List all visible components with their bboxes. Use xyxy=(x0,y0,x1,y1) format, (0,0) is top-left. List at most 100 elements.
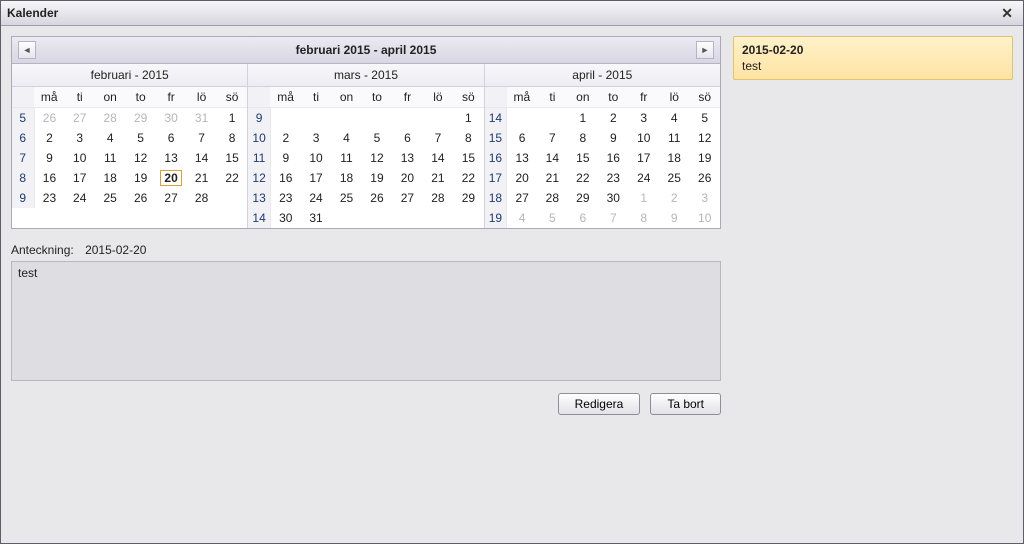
calendar-day[interactable]: 3 xyxy=(301,128,331,148)
calendar-day[interactable]: 13 xyxy=(392,148,422,168)
calendar-day[interactable]: 5 xyxy=(362,128,392,148)
calendar-day[interactable]: 26 xyxy=(362,188,392,208)
calendar-day[interactable]: 16 xyxy=(270,168,300,188)
delete-button[interactable]: Ta bort xyxy=(650,393,721,415)
calendar-day[interactable]: 28 xyxy=(537,188,567,208)
calendar-day[interactable]: 29 xyxy=(125,108,155,129)
calendar-day[interactable]: 25 xyxy=(95,188,125,208)
calendar-day[interactable]: 28 xyxy=(186,188,216,208)
calendar-day[interactable]: 24 xyxy=(629,168,659,188)
calendar-day[interactable]: 21 xyxy=(186,168,216,188)
calendar-day[interactable]: 22 xyxy=(453,168,484,188)
calendar-day[interactable]: 19 xyxy=(362,168,392,188)
calendar-day[interactable]: 27 xyxy=(64,108,94,129)
calendar-day[interactable]: 14 xyxy=(186,148,216,168)
calendar-day[interactable]: 23 xyxy=(270,188,300,208)
calendar-day[interactable]: 7 xyxy=(598,208,628,228)
calendar-day[interactable]: 17 xyxy=(64,168,94,188)
calendar-day[interactable]: 3 xyxy=(64,128,94,148)
calendar-day[interactable]: 11 xyxy=(659,128,689,148)
calendar-day[interactable]: 30 xyxy=(156,108,186,129)
calendar-day[interactable]: 5 xyxy=(537,208,567,228)
calendar-day[interactable]: 17 xyxy=(301,168,331,188)
calendar-day[interactable]: 5 xyxy=(125,128,155,148)
calendar-day[interactable]: 7 xyxy=(423,128,453,148)
calendar-day[interactable]: 19 xyxy=(125,168,155,188)
calendar-day[interactable]: 10 xyxy=(689,208,720,228)
calendar-day[interactable]: 26 xyxy=(689,168,720,188)
calendar-day[interactable]: 21 xyxy=(537,168,567,188)
calendar-day[interactable]: 4 xyxy=(95,128,125,148)
calendar-day[interactable]: 18 xyxy=(659,148,689,168)
calendar-day[interactable]: 9 xyxy=(598,128,628,148)
calendar-day[interactable]: 12 xyxy=(689,128,720,148)
calendar-day[interactable]: 16 xyxy=(34,168,64,188)
calendar-day[interactable]: 2 xyxy=(659,188,689,208)
calendar-day[interactable]: 6 xyxy=(568,208,598,228)
calendar-day[interactable]: 2 xyxy=(34,128,64,148)
calendar-day[interactable]: 22 xyxy=(568,168,598,188)
edit-button[interactable]: Redigera xyxy=(558,393,641,415)
calendar-day[interactable]: 24 xyxy=(301,188,331,208)
calendar-day[interactable]: 6 xyxy=(156,128,186,148)
calendar-day[interactable]: 15 xyxy=(453,148,484,168)
calendar-day[interactable]: 6 xyxy=(392,128,422,148)
calendar-day[interactable]: 8 xyxy=(568,128,598,148)
prev-month-button[interactable]: ◄ xyxy=(18,41,36,59)
calendar-day[interactable]: 11 xyxy=(95,148,125,168)
calendar-day[interactable]: 13 xyxy=(156,148,186,168)
calendar-day[interactable]: 14 xyxy=(537,148,567,168)
calendar-day[interactable]: 2 xyxy=(270,128,300,148)
calendar-day[interactable]: 20 xyxy=(156,168,186,188)
calendar-day[interactable]: 20 xyxy=(392,168,422,188)
calendar-day[interactable]: 18 xyxy=(331,168,361,188)
calendar-day[interactable]: 6 xyxy=(507,128,537,148)
calendar-day[interactable]: 10 xyxy=(629,128,659,148)
calendar-day[interactable]: 11 xyxy=(331,148,361,168)
calendar-day[interactable]: 9 xyxy=(34,148,64,168)
calendar-day[interactable]: 9 xyxy=(270,148,300,168)
calendar-day[interactable]: 25 xyxy=(659,168,689,188)
calendar-day[interactable]: 5 xyxy=(689,108,720,129)
calendar-day[interactable]: 4 xyxy=(507,208,537,228)
calendar-day[interactable]: 23 xyxy=(598,168,628,188)
calendar-day[interactable]: 14 xyxy=(423,148,453,168)
calendar-day[interactable]: 20 xyxy=(507,168,537,188)
calendar-day[interactable]: 1 xyxy=(453,108,484,129)
calendar-day[interactable]: 1 xyxy=(568,108,598,129)
calendar-day[interactable]: 27 xyxy=(392,188,422,208)
calendar-day[interactable]: 12 xyxy=(362,148,392,168)
close-icon[interactable]: ✕ xyxy=(997,5,1017,22)
calendar-day[interactable]: 25 xyxy=(331,188,361,208)
calendar-day[interactable]: 28 xyxy=(423,188,453,208)
calendar-day[interactable]: 19 xyxy=(689,148,720,168)
calendar-day[interactable]: 7 xyxy=(186,128,216,148)
calendar-day[interactable]: 26 xyxy=(34,108,64,129)
calendar-day[interactable]: 9 xyxy=(659,208,689,228)
calendar-day[interactable]: 24 xyxy=(64,188,94,208)
calendar-day[interactable]: 18 xyxy=(95,168,125,188)
calendar-day[interactable]: 15 xyxy=(568,148,598,168)
calendar-day[interactable]: 29 xyxy=(453,188,484,208)
calendar-day[interactable]: 23 xyxy=(34,188,64,208)
calendar-day[interactable]: 1 xyxy=(217,108,248,129)
calendar-day[interactable]: 8 xyxy=(629,208,659,228)
calendar-day[interactable]: 17 xyxy=(629,148,659,168)
calendar-day[interactable]: 27 xyxy=(156,188,186,208)
calendar-day[interactable]: 15 xyxy=(217,148,248,168)
calendar-day[interactable]: 10 xyxy=(64,148,94,168)
calendar-day[interactable]: 13 xyxy=(507,148,537,168)
calendar-day[interactable]: 30 xyxy=(598,188,628,208)
calendar-day[interactable]: 28 xyxy=(95,108,125,129)
calendar-day[interactable]: 8 xyxy=(453,128,484,148)
calendar-day[interactable]: 3 xyxy=(629,108,659,129)
calendar-day[interactable]: 29 xyxy=(568,188,598,208)
calendar-day[interactable]: 31 xyxy=(186,108,216,129)
calendar-day[interactable]: 7 xyxy=(537,128,567,148)
calendar-day[interactable]: 1 xyxy=(629,188,659,208)
calendar-day[interactable]: 27 xyxy=(507,188,537,208)
next-month-button[interactable]: ► xyxy=(696,41,714,59)
calendar-day[interactable]: 26 xyxy=(125,188,155,208)
calendar-day[interactable]: 10 xyxy=(301,148,331,168)
calendar-day[interactable]: 30 xyxy=(270,208,300,228)
